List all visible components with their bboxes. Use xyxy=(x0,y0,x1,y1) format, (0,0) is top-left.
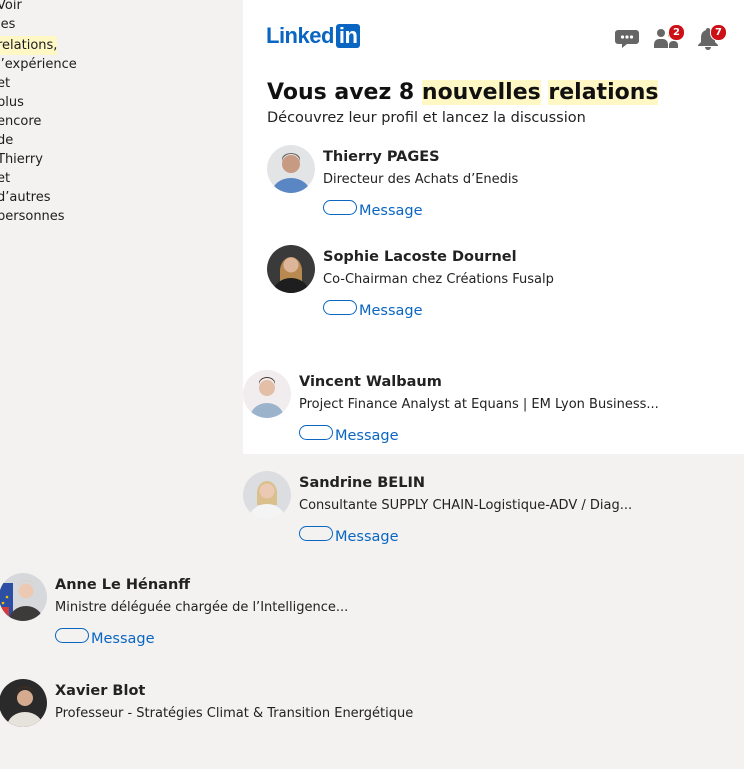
network-badge: 2 xyxy=(668,24,685,41)
preheader-word: et xyxy=(0,171,11,186)
headline-highlight-1: nouvelles xyxy=(421,80,541,105)
message-button-label: Message xyxy=(359,303,423,319)
logo-in-box: in xyxy=(335,24,361,48)
connection-name[interactable]: Sophie Lacoste Dournel xyxy=(323,249,517,265)
message-button-outline xyxy=(323,300,357,315)
headline-prefix: Vous avez 8 xyxy=(267,80,422,105)
preheader-word: encore xyxy=(0,114,42,129)
messaging-button[interactable] xyxy=(614,26,640,50)
my-network-button[interactable]: 2 xyxy=(653,24,685,50)
avatar[interactable] xyxy=(0,679,47,727)
message-button[interactable]: Message xyxy=(299,526,399,546)
connection-name[interactable]: Thierry PAGES xyxy=(323,149,440,165)
subheadline: Découvrez leur profil et lancez la discu… xyxy=(267,110,586,126)
avatar-icon xyxy=(0,573,47,621)
message-button[interactable]: Message xyxy=(55,628,155,648)
avatar-icon xyxy=(243,471,291,519)
avatar[interactable] xyxy=(0,573,47,621)
preheader-word-highlight: relations, xyxy=(0,36,58,55)
avatar[interactable] xyxy=(243,471,291,519)
connection-item: Sandrine BELIN Consultante SUPPLY CHAIN-… xyxy=(243,471,723,561)
message-button-outline xyxy=(323,200,357,215)
message-button-outline xyxy=(55,628,89,643)
message-button-outline xyxy=(299,526,333,541)
message-button-label: Message xyxy=(335,428,399,444)
preheader-word: d’autres xyxy=(0,190,51,205)
connection-title: Directeur des Achats d’Enedis xyxy=(323,172,519,187)
message-button[interactable]: Message xyxy=(299,425,399,445)
message-button-label: Message xyxy=(91,631,155,647)
avatar-icon xyxy=(267,245,315,293)
avatar-icon xyxy=(267,145,315,193)
connection-item: Xavier Blot Professeur - Stratégies Clim… xyxy=(0,679,479,769)
message-button-label: Message xyxy=(335,529,399,545)
avatar-icon xyxy=(243,370,291,418)
connection-title: Professeur - Stratégies Climat & Transit… xyxy=(55,706,414,721)
logo-text: Linked xyxy=(266,23,334,48)
headline: Vous avez 8 nouvelles relations xyxy=(267,80,659,105)
connection-item: Vincent Walbaum Project Finance Analyst … xyxy=(243,370,723,460)
message-button[interactable]: Message xyxy=(323,200,423,220)
connection-item: Anne Le Hénanff Ministre déléguée chargé… xyxy=(0,573,479,663)
message-button-label: Message xyxy=(359,203,423,219)
preheader-word: personnes xyxy=(0,209,65,224)
connection-item: Sophie Lacoste Dournel Co-Chairman chez … xyxy=(267,245,744,335)
preheader-word: Voir xyxy=(0,0,22,13)
avatar[interactable] xyxy=(267,145,315,193)
chat-bubble-icon xyxy=(615,30,639,48)
connection-name[interactable]: Anne Le Hénanff xyxy=(55,577,190,593)
connection-name[interactable]: Xavier Blot xyxy=(55,683,145,699)
linkedin-logo[interactable]: Linked in xyxy=(266,23,361,49)
avatar-icon xyxy=(0,679,47,727)
message-button[interactable]: Message xyxy=(323,300,423,320)
preheader-word: les xyxy=(0,17,16,32)
message-button-outline xyxy=(299,425,333,440)
headline-highlight-2: relations xyxy=(548,80,659,105)
connection-name[interactable]: Sandrine BELIN xyxy=(299,475,425,491)
connection-title: Ministre déléguée chargée de l’Intellige… xyxy=(55,600,349,615)
connection-item: Thierry PAGES Directeur des Achats d’Ene… xyxy=(267,145,744,235)
connection-name[interactable]: Vincent Walbaum xyxy=(299,374,442,390)
notifications-badge: 7 xyxy=(710,24,727,41)
preheader-word: l’expérience xyxy=(0,57,77,72)
connection-title: Project Finance Analyst at Equans | EM L… xyxy=(299,397,659,412)
preheader-word: plus xyxy=(0,95,24,110)
avatar[interactable] xyxy=(267,245,315,293)
preheader-word: de xyxy=(0,133,14,148)
notifications-button[interactable]: 7 xyxy=(695,24,727,50)
preheader-word: et xyxy=(0,76,11,91)
connection-title: Co-Chairman chez Créations Fusalp xyxy=(323,272,554,287)
preheader-text: Voir les relations, l’expérience et plus… xyxy=(0,0,117,226)
connection-title: Consultante SUPPLY CHAIN-Logistique-ADV … xyxy=(299,498,633,513)
preheader-word: Thierry xyxy=(0,152,43,167)
avatar[interactable] xyxy=(243,370,291,418)
